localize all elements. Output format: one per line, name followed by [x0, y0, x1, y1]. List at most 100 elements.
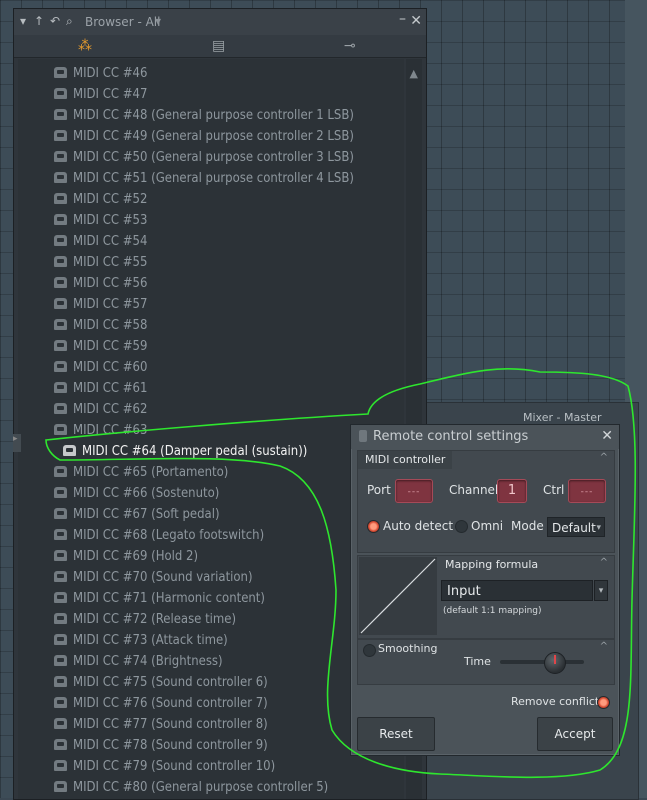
list-item[interactable]: MIDI CC #50 (General purpose controller … — [54, 147, 354, 168]
undo-icon[interactable]: ↶ — [50, 14, 60, 28]
list-item-label: MIDI CC #64 (Damper pedal (sustain)) — [82, 444, 308, 459]
controller-icon — [54, 403, 67, 414]
list-item[interactable]: MIDI CC #78 (Sound controller 9) — [54, 735, 268, 756]
list-item-label: MIDI CC #57 — [73, 297, 148, 312]
list-item[interactable]: MIDI CC #66 (Sostenuto) — [54, 483, 219, 504]
ctrl-field[interactable]: --- — [568, 479, 606, 503]
scroll-up-icon[interactable]: ▲ — [410, 67, 418, 80]
list-item-label: MIDI CC #69 (Hold 2) — [73, 549, 199, 564]
list-item[interactable]: MIDI CC #65 (Portamento) — [54, 462, 228, 483]
list-item[interactable]: MIDI CC #77 (Sound controller 8) — [54, 714, 268, 735]
list-item[interactable]: MIDI CC #49 (General purpose controller … — [54, 126, 354, 147]
chevron-up-icon[interactable]: ^ — [600, 641, 608, 652]
list-item[interactable]: MIDI CC #62 — [54, 399, 147, 420]
list-item[interactable]: MIDI CC #72 (Release time) — [54, 609, 236, 630]
list-item[interactable]: MIDI CC #52 — [54, 189, 147, 210]
omni-radio[interactable] — [455, 520, 468, 533]
smoothing-label: Smoothing — [378, 642, 438, 655]
list-item[interactable]: MIDI CC #70 (Sound variation) — [54, 567, 253, 588]
controller-icon — [54, 424, 67, 435]
controller-icon — [54, 298, 67, 309]
list-item[interactable]: MIDI CC #54 — [54, 231, 147, 252]
controller-icon — [54, 571, 67, 582]
list-item[interactable]: MIDI CC #73 (Attack time) — [54, 630, 228, 651]
list-item[interactable]: MIDI CC #68 (Legato footswitch) — [54, 525, 264, 546]
auto-detect-radio[interactable] — [367, 520, 380, 533]
controller-icon — [54, 130, 67, 141]
list-item[interactable]: MIDI CC #47 — [54, 84, 147, 105]
accept-button[interactable]: Accept — [537, 717, 613, 751]
list-item[interactable]: MIDI CC #79 (Sound controller 10) — [54, 756, 275, 777]
browser-titlebar[interactable]: ▾ ↑ ↶ ⌕ Browser - All ▾ – ✕ — [14, 9, 426, 35]
list-item[interactable]: MIDI CC #74 (Brightness) — [54, 651, 223, 672]
list-item[interactable]: MIDI CC #61 — [54, 378, 147, 399]
list-item-label: MIDI CC #60 — [73, 360, 148, 375]
reset-button[interactable]: Reset — [357, 717, 435, 751]
list-item-label: MIDI CC #75 (Sound controller 6) — [73, 675, 268, 690]
list-item-label: MIDI CC #79 (Sound controller 10) — [73, 759, 276, 774]
list-item[interactable]: MIDI CC #64 (Damper pedal (sustain)) — [63, 441, 307, 462]
list-item-label: MIDI CC #77 (Sound controller 8) — [73, 717, 268, 732]
list-item[interactable]: MIDI CC #71 (Harmonic content) — [54, 588, 265, 609]
controller-icon — [54, 214, 67, 225]
controller-icon — [54, 319, 67, 330]
list-item[interactable]: MIDI CC #80 (General purpose controller … — [54, 777, 328, 798]
list-item[interactable]: MIDI CC #55 — [54, 252, 147, 273]
waveform-icon[interactable]: ⁂ — [78, 38, 92, 54]
list-item-label: MIDI CC #72 (Release time) — [73, 612, 237, 627]
ctrl-label: Ctrl — [543, 483, 565, 497]
list-item[interactable]: MIDI CC #58 — [54, 315, 147, 336]
formula-dropdown-icon[interactable]: ▾ — [594, 580, 608, 601]
list-item[interactable]: MIDI CC #57 — [54, 294, 147, 315]
list-item-label: MIDI CC #56 — [73, 276, 148, 291]
chevron-down-icon[interactable]: ▾ — [155, 14, 161, 28]
controller-icon — [54, 760, 67, 771]
list-item[interactable]: MIDI CC #75 (Sound controller 6) — [54, 672, 268, 693]
smoothing-radio[interactable] — [363, 644, 376, 657]
chevron-up-icon[interactable]: ^ — [600, 452, 608, 463]
channel-field[interactable]: 1 — [497, 479, 527, 503]
controller-icon — [54, 718, 67, 729]
remove-conflicts-toggle[interactable] — [597, 696, 610, 709]
list-item[interactable]: MIDI CC #69 (Hold 2) — [54, 546, 198, 567]
section-header: Mapping formula — [438, 556, 546, 574]
minimize-icon[interactable]: – — [399, 11, 406, 27]
list-item[interactable]: MIDI CC #67 (Soft pedal) — [54, 504, 220, 525]
list-item[interactable]: MIDI CC #63 — [54, 420, 147, 441]
mode-select[interactable]: Default ▾ — [547, 517, 605, 537]
list-item[interactable]: MIDI CC #60 — [54, 357, 147, 378]
list-item[interactable]: MIDI CC #76 (Sound controller 7) — [54, 693, 268, 714]
document-icon[interactable]: ▤ — [212, 38, 225, 54]
list-item[interactable]: MIDI CC #51 (General purpose controller … — [54, 168, 354, 189]
list-item[interactable]: MIDI CC #59 — [54, 336, 147, 357]
search-icon[interactable]: ⌕ — [66, 14, 73, 29]
list-item[interactable]: MIDI CC #53 — [54, 210, 147, 231]
port-field[interactable]: --- — [395, 479, 433, 503]
collapse-icon[interactable]: ▾ — [20, 14, 26, 28]
time-slider-track[interactable] — [500, 660, 584, 664]
time-knob[interactable] — [544, 652, 566, 674]
list-item-label: MIDI CC #51 (General purpose controller … — [73, 171, 354, 186]
side-collapse-icon[interactable]: ▸ — [13, 434, 21, 452]
dialog-titlebar[interactable]: Remote control settings ✕ — [351, 425, 619, 449]
close-icon[interactable]: ✕ — [601, 428, 613, 444]
browser-list: MIDI CC #46 MIDI CC #47 MIDI CC #48 (Gener… — [18, 59, 404, 799]
mode-value: Default — [552, 521, 596, 535]
controller-icon — [54, 235, 67, 246]
section-header: MIDI controller — [358, 451, 453, 469]
list-item[interactable]: MIDI CC #48 (General purpose controller … — [54, 105, 354, 126]
formula-input[interactable]: Input — [441, 580, 593, 601]
up-arrow-icon[interactable]: ↑ — [34, 14, 44, 28]
list-item-label: MIDI CC #58 — [73, 318, 148, 333]
controller-icon — [54, 697, 67, 708]
plug-icon[interactable]: ⊸ — [344, 38, 356, 54]
list-item[interactable]: MIDI CC #46 — [54, 63, 147, 84]
remove-conflicts-label: Remove conflicts — [511, 695, 605, 708]
chevron-up-icon[interactable]: ^ — [600, 557, 608, 568]
list-item[interactable]: MIDI CC #56 — [54, 273, 147, 294]
chevron-down-icon: ▾ — [596, 523, 601, 533]
close-icon[interactable]: ✕ — [410, 13, 422, 29]
list-item-label: MIDI CC #59 — [73, 339, 148, 354]
mapping-curve — [359, 557, 437, 635]
browser-title[interactable]: Browser - All — [85, 15, 160, 29]
